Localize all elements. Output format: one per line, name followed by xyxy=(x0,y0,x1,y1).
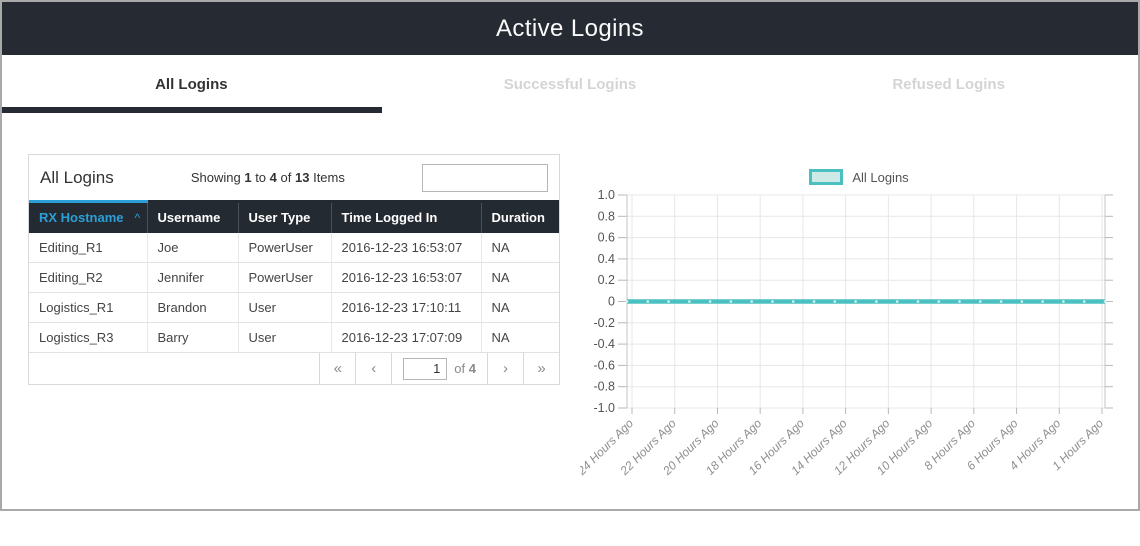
page-number-input[interactable] xyxy=(403,358,447,380)
tab-content: All Logins Showing 1 to 4 of 13 Items RX… xyxy=(2,113,1138,509)
page-of-total: of 4 xyxy=(454,361,476,376)
tab-successful-logins[interactable]: Successful Logins xyxy=(381,55,760,113)
pagination-page-indicator: of 4 xyxy=(391,353,487,384)
logins-table: RX Hostname ^ Username User Type Time Logged… xyxy=(29,200,559,353)
cell-rx-hostname: Editing_R1 xyxy=(29,233,147,263)
column-header-rx-hostname[interactable]: RX Hostname ^ xyxy=(29,202,147,234)
pagination: « ‹ of 4 › xyxy=(319,353,559,384)
cell-user-type: User xyxy=(238,323,331,353)
first-page-icon: « xyxy=(334,360,342,377)
svg-text:0.4: 0.4 xyxy=(598,252,615,266)
app-window: Active Logins All Logins Successful Logi… xyxy=(0,0,1140,511)
svg-text:0.8: 0.8 xyxy=(598,209,615,223)
cell-rx-hostname: Logistics_R3 xyxy=(29,323,147,353)
last-page-icon: » xyxy=(537,360,545,377)
column-header-time-logged-in[interactable]: Time Logged In xyxy=(331,202,481,234)
svg-text:-0.6: -0.6 xyxy=(593,358,615,372)
column-header-label: User Type xyxy=(249,210,311,225)
legend-label: All Logins xyxy=(852,170,908,185)
tab-all-logins[interactable]: All Logins xyxy=(2,55,381,113)
column-header-label: Duration xyxy=(492,210,545,225)
cell-duration: NA xyxy=(481,233,559,263)
pagination-prev-button[interactable]: ‹ xyxy=(355,353,391,384)
svg-text:1.0: 1.0 xyxy=(598,188,615,202)
tab-refused-logins-label: Refused Logins xyxy=(892,76,1005,93)
showing-total: 13 xyxy=(295,170,309,185)
column-header-duration[interactable]: Duration xyxy=(481,202,559,234)
chart-legend: All Logins xyxy=(580,165,1138,189)
showing-word: Showing xyxy=(191,170,241,185)
tab-refused-logins[interactable]: Refused Logins xyxy=(759,55,1138,113)
column-header-username[interactable]: Username xyxy=(147,202,238,234)
page-title: Active Logins xyxy=(496,15,644,43)
cell-duration: NA xyxy=(481,323,559,353)
table-footer: « ‹ of 4 › xyxy=(29,353,559,384)
column-header-label: Username xyxy=(158,210,221,225)
cell-username: Joe xyxy=(147,233,238,263)
cell-time-logged-in: 2016-12-23 17:10:11 xyxy=(331,293,481,323)
line-chart: 1.00.80.60.40.20-0.2-0.4-0.6-0.8-1.024 H… xyxy=(580,188,1138,508)
pagination-last-button[interactable]: » xyxy=(523,353,559,384)
title-bar: Active Logins xyxy=(2,2,1138,55)
svg-text:-0.4: -0.4 xyxy=(593,337,615,351)
column-header-label: Time Logged In xyxy=(342,210,438,225)
cell-username: Brandon xyxy=(147,293,238,323)
showing-items-word: Items xyxy=(313,170,345,185)
cell-duration: NA xyxy=(481,293,559,323)
table-title: All Logins xyxy=(40,168,114,188)
table-row[interactable]: Logistics_R3BarryUser2016-12-23 17:07:09… xyxy=(29,323,559,353)
table-panel-header: All Logins Showing 1 to 4 of 13 Items xyxy=(29,155,559,200)
column-header-label: RX Hostname xyxy=(39,210,124,225)
cell-user-type: PowerUser xyxy=(238,263,331,293)
cell-username: Barry xyxy=(147,323,238,353)
cell-user-type: PowerUser xyxy=(238,233,331,263)
table-row[interactable]: Editing_R1JoePowerUser2016-12-23 16:53:0… xyxy=(29,233,559,263)
showing-items-text: Showing 1 to 4 of 13 Items xyxy=(114,170,422,185)
table-search-input[interactable] xyxy=(422,164,548,192)
cell-time-logged-in: 2016-12-23 16:53:07 xyxy=(331,263,481,293)
svg-text:-0.8: -0.8 xyxy=(593,380,615,394)
tab-all-logins-label: All Logins xyxy=(155,76,228,93)
all-logins-table-panel: All Logins Showing 1 to 4 of 13 Items RX… xyxy=(28,154,560,385)
pagination-next-button[interactable]: › xyxy=(487,353,523,384)
cell-rx-hostname: Editing_R2 xyxy=(29,263,147,293)
svg-text:-0.2: -0.2 xyxy=(593,316,615,330)
column-header-user-type[interactable]: User Type xyxy=(238,202,331,234)
tab-successful-logins-label: Successful Logins xyxy=(504,76,637,93)
showing-to-word: to xyxy=(255,170,266,185)
cell-time-logged-in: 2016-12-23 16:53:07 xyxy=(331,233,481,263)
svg-text:0.2: 0.2 xyxy=(598,273,615,287)
svg-text:0.6: 0.6 xyxy=(598,231,615,245)
cell-rx-hostname: Logistics_R1 xyxy=(29,293,147,323)
cell-duration: NA xyxy=(481,263,559,293)
next-page-icon: › xyxy=(503,360,508,377)
prev-page-icon: ‹ xyxy=(371,360,376,377)
of-label: of xyxy=(454,361,465,376)
tab-bar: All Logins Successful Logins Refused Log… xyxy=(2,55,1138,113)
table-row[interactable]: Editing_R2JenniferPowerUser2016-12-23 16… xyxy=(29,263,559,293)
cell-user-type: User xyxy=(238,293,331,323)
all-logins-chart: All Logins 1.0 0.8 0.6 0.4 0.2 0 -0.2 -0.4 -0.6 -… xyxy=(580,149,1138,509)
showing-of-word: of xyxy=(281,170,292,185)
showing-from: 1 xyxy=(244,170,251,185)
total-pages: 4 xyxy=(469,361,476,376)
cell-username: Jennifer xyxy=(147,263,238,293)
table-header-row: RX Hostname ^ Username User Type Time Logged… xyxy=(29,202,559,234)
cell-time-logged-in: 2016-12-23 17:07:09 xyxy=(331,323,481,353)
table-row[interactable]: Logistics_R1BrandonUser2016-12-23 17:10:… xyxy=(29,293,559,323)
legend-swatch-icon xyxy=(809,169,843,185)
svg-text:0: 0 xyxy=(608,295,615,309)
showing-to: 4 xyxy=(270,170,277,185)
svg-text:-1.0: -1.0 xyxy=(593,401,615,415)
pagination-first-button[interactable]: « xyxy=(319,353,355,384)
sort-asc-icon: ^ xyxy=(135,211,141,225)
